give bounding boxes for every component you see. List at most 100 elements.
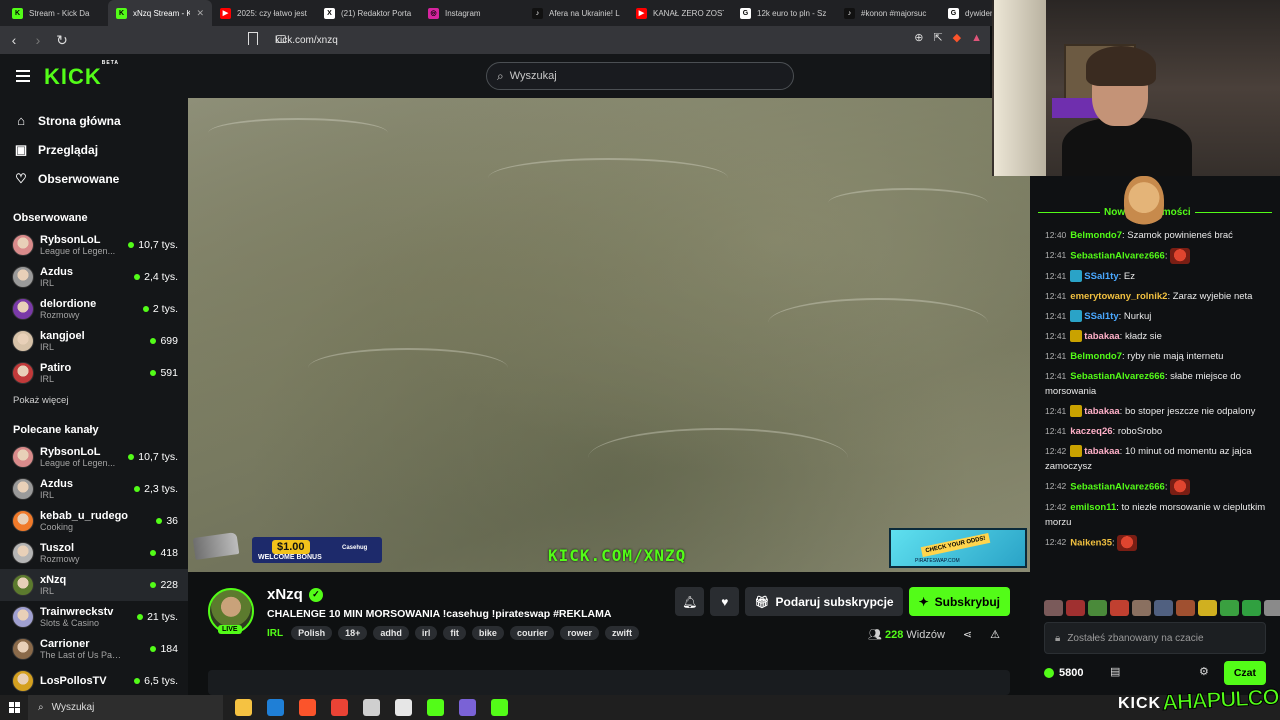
brave-rewards-icon[interactable]: ▲ xyxy=(971,32,982,44)
browser-tab[interactable]: ♪ #konon #majorsuc xyxy=(836,0,940,26)
stream-tag[interactable]: rower xyxy=(560,626,599,640)
chat-username[interactable]: SebastianAlvarez666 xyxy=(1070,371,1165,382)
stream-tag[interactable]: courier xyxy=(509,626,555,640)
share-icon[interactable]: ⇱ xyxy=(933,31,942,44)
kick-logo[interactable]: KICKBETA xyxy=(44,60,119,90)
taskbar-app-icon[interactable] xyxy=(267,699,284,716)
chat-send-button[interactable]: Czat xyxy=(1223,661,1266,685)
emote-picker-icon[interactable] xyxy=(1242,600,1261,616)
report-icon[interactable]: ⚠ xyxy=(990,628,1000,641)
taskbar-search[interactable]: ⌕ Wyszukaj xyxy=(28,695,223,720)
sidebar-channel[interactable]: Carrioner The Last of Us Part II 184 xyxy=(0,633,188,665)
browser-tab[interactable]: ♪ Afera na Ukrainie! L xyxy=(524,0,628,26)
follow-button[interactable]: ♥ xyxy=(710,587,740,616)
emote-picker-icon[interactable] xyxy=(1066,600,1085,616)
share-icon[interactable]: ⋖ xyxy=(963,628,972,641)
taskbar-app-icon[interactable] xyxy=(363,699,380,716)
chat-username[interactable]: SSal1ty xyxy=(1084,271,1118,282)
viewer-count: 👥︎ 228 Widzów xyxy=(868,628,945,641)
sidebar-channel[interactable]: RybsonLoL League of Legen... 10,7 tys. xyxy=(0,229,188,261)
sidebar-nav-item[interactable]: ♡ Obserwowane xyxy=(0,164,188,193)
stream-tag[interactable]: fit xyxy=(443,626,466,640)
chat-username[interactable]: emilson11 xyxy=(1070,502,1116,513)
taskbar-app-icon[interactable] xyxy=(331,699,348,716)
sidebar-channel[interactable]: delordione Rozmowy 2 tys. xyxy=(0,293,188,325)
stream-tag[interactable]: adhd xyxy=(373,626,409,640)
chat-rules-icon[interactable]: ▤ xyxy=(1110,665,1120,678)
stream-tag[interactable]: bike xyxy=(471,626,504,640)
brave-shield-icon[interactable]: ◆ xyxy=(953,31,961,44)
url-field[interactable]: kick.com/xnzq xyxy=(244,30,990,50)
notification-bell-button[interactable]: 🔔︎ xyxy=(675,587,705,616)
zoom-icon[interactable]: ⊕ xyxy=(914,31,923,44)
taskbar-app-icon[interactable] xyxy=(395,699,412,716)
taskbar-app-icon[interactable] xyxy=(427,699,444,716)
menu-icon[interactable] xyxy=(16,70,30,82)
chat-username[interactable]: kaczeq26 xyxy=(1070,426,1112,437)
emote-picker-icon[interactable] xyxy=(1110,600,1129,616)
chat-username[interactable]: SSal1ty xyxy=(1084,311,1118,322)
taskbar-app-icon[interactable] xyxy=(491,699,508,716)
show-more-link[interactable]: Pokaż więcej xyxy=(0,389,188,411)
emote-picker-icon[interactable] xyxy=(1176,600,1195,616)
sidebar-channel[interactable]: Patiro IRL 591 xyxy=(0,357,188,389)
chat-username[interactable]: emerytowany_rolnik2 xyxy=(1070,291,1167,302)
emote-picker-icon[interactable] xyxy=(1088,600,1107,616)
search-input[interactable]: ⌕ Wyszukaj xyxy=(486,62,794,90)
windows-start-icon[interactable] xyxy=(0,695,28,720)
sidebar-nav-item[interactable]: ▣ Przeglądaj xyxy=(0,135,188,164)
taskbar-app-icon[interactable] xyxy=(299,699,316,716)
browser-tab[interactable]: KxNzq Stream - K ✕ xyxy=(108,0,212,26)
sidebar-channel[interactable]: LosPollosTV 6,5 tys. xyxy=(0,665,188,695)
tab-close-icon[interactable]: ✕ xyxy=(196,8,204,19)
browser-tab[interactable]: K Stream - Kick Da xyxy=(4,0,108,26)
browser-tab[interactable]: G 12k euro to pln - Sz xyxy=(732,0,836,26)
browser-tab[interactable]: ▶ 2025: czy łatwo jest xyxy=(212,0,316,26)
sidebar-channel[interactable]: kangjoel IRL 699 xyxy=(0,325,188,357)
chat-username[interactable]: Belmondo7 xyxy=(1070,230,1122,241)
chat-username[interactable]: tabakaa xyxy=(1084,331,1119,342)
chat-username[interactable]: Naiken35 xyxy=(1070,537,1112,548)
chat-username[interactable]: SebastianAlvarez666 xyxy=(1070,250,1165,261)
emote-picker-icon[interactable] xyxy=(1044,600,1063,616)
chat-input[interactable]: 🔒︎ Zostałeś zbanowany na czacie xyxy=(1044,622,1266,654)
gift-subscriptions-button[interactable]: 🎁︎ Podaruj subskrypcje xyxy=(745,587,903,616)
sidebar-channel[interactable]: RybsonLoL League of Legen... 10,7 tys. xyxy=(0,441,188,473)
emote-picker-icon[interactable] xyxy=(1132,600,1151,616)
taskbar-app-icon[interactable] xyxy=(235,699,252,716)
forward-button[interactable]: › xyxy=(28,30,48,50)
channel-viewers: 418 xyxy=(150,547,178,559)
stream-tag[interactable]: zwift xyxy=(604,626,639,640)
sidebar-channel[interactable]: Azdus IRL 2,3 tys. xyxy=(0,473,188,505)
browser-tab[interactable]: ◎ Instagram xyxy=(420,0,524,26)
channel-points[interactable]: 5800 xyxy=(1044,667,1083,679)
chat-username[interactable]: tabakaa xyxy=(1084,406,1119,417)
category-link[interactable]: IRL xyxy=(267,628,283,639)
settings-icon[interactable]: ⚙ xyxy=(1199,665,1209,678)
chat-username[interactable]: SebastianAlvarez666 xyxy=(1070,481,1165,492)
back-button[interactable]: ‹ xyxy=(4,30,24,50)
video-player[interactable]: $1.00 WELCOME BONUS Casehug KICK.COM/XNZ… xyxy=(188,98,1030,572)
emote-picker-icon[interactable] xyxy=(1264,600,1280,616)
sidebar-channel[interactable]: Tuszol Rozmowy 418 xyxy=(0,537,188,569)
channel-viewer-count: 699 xyxy=(160,335,178,347)
chat-username[interactable]: Belmondo7 xyxy=(1070,351,1122,362)
stream-tag[interactable]: Polish xyxy=(291,626,333,640)
taskbar-app-icon[interactable] xyxy=(459,699,476,716)
sidebar-channel[interactable]: Azdus IRL 2,4 tys. xyxy=(0,261,188,293)
reload-button[interactable]: ↻ xyxy=(52,30,72,50)
emote-picker-icon[interactable] xyxy=(1198,600,1217,616)
sidebar-channel[interactable]: Trainwreckstv Slots & Casino 21 tys. xyxy=(0,601,188,633)
emote-picker-icon[interactable] xyxy=(1154,600,1173,616)
chat-username[interactable]: tabakaa xyxy=(1084,446,1119,457)
browser-tab[interactable]: X (21) Redaktor Porta xyxy=(316,0,420,26)
sidebar-channel[interactable]: xNzq IRL 228 xyxy=(0,569,188,601)
emote-picker-icon[interactable] xyxy=(1220,600,1239,616)
stream-tag[interactable]: 18+ xyxy=(338,626,368,640)
sidebar-nav-item[interactable]: ⌂ Strona główna xyxy=(0,106,188,135)
browser-tab[interactable]: ▶ KANAŁ ZERO ZOSTA xyxy=(628,0,732,26)
subscribe-button[interactable]: ✦ Subskrybuj xyxy=(908,587,1010,616)
streamer-name[interactable]: xNzq xyxy=(267,586,303,603)
stream-tag[interactable]: irl xyxy=(414,626,438,640)
sidebar-channel[interactable]: kebab_u_rudego Cooking 36 xyxy=(0,505,188,537)
